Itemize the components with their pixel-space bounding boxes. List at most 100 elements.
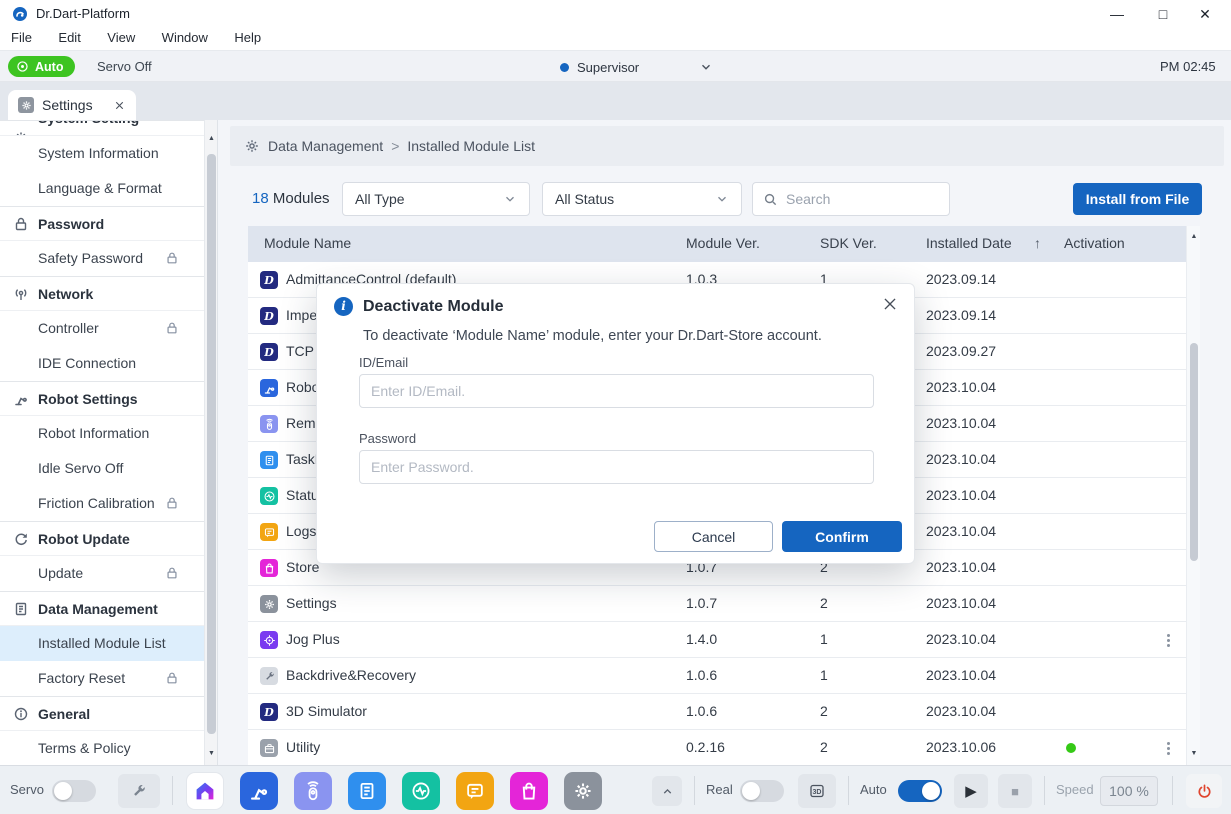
table-scroll-thumb[interactable] [1190, 343, 1198, 561]
id-email-label: ID/Email [359, 355, 408, 370]
column-module-name[interactable]: Module Name [264, 235, 351, 251]
status-toolbar: Auto Servo Off Supervisor 52D4AF6B Tool … [0, 50, 1231, 82]
sidebar-item-robot-information[interactable]: Robot Information [0, 416, 205, 451]
remote-app-icon[interactable] [294, 772, 332, 810]
stop-icon: ■ [1011, 784, 1019, 799]
cancel-button[interactable]: Cancel [654, 521, 773, 552]
sidebar-scroll-thumb[interactable] [207, 154, 216, 734]
servo-status-text: Servo Off [97, 59, 152, 74]
power-icon [1196, 783, 1213, 800]
install-from-file-button[interactable]: Install from File [1073, 183, 1202, 215]
menu-help[interactable]: Help [223, 28, 272, 47]
status-filter-dropdown[interactable]: All Status [542, 182, 742, 216]
table-row[interactable]: Backdrive&Recovery1.0.612023.10.04 [248, 658, 1186, 694]
column-module-ver[interactable]: Module Ver. [686, 235, 760, 251]
speed-label: Speed [1056, 782, 1094, 797]
stop-button[interactable]: ■ [998, 774, 1032, 808]
home-app-icon[interactable] [186, 772, 224, 810]
task-app-icon[interactable] [348, 772, 386, 810]
table-row[interactable]: Jog Plus1.4.012023.10.04 [248, 622, 1186, 658]
panel-collapse-button[interactable] [652, 776, 682, 806]
table-row[interactable]: Settings1.0.722023.10.04 [248, 586, 1186, 622]
status-module-icon [260, 487, 278, 505]
sidebar-item-installed-module-list[interactable]: Installed Module List [0, 626, 205, 661]
jog-module-icon [260, 631, 278, 649]
menu-view[interactable]: View [96, 28, 146, 47]
play-button[interactable]: ▶ [954, 774, 988, 808]
user-role-dropdown[interactable]: Supervisor [560, 56, 713, 78]
sidebar-item-update[interactable]: Update [0, 556, 205, 591]
real-toggle[interactable] [740, 780, 784, 802]
mode-badge[interactable]: Auto [8, 56, 75, 77]
sidebar-item-system-setting[interactable]: System Setting [0, 120, 205, 136]
tab-close-icon[interactable] [113, 99, 126, 112]
sidebar-item-idle-servo-off[interactable]: Idle Servo Off [0, 451, 205, 486]
scroll-up-icon[interactable]: ▲ [1187, 230, 1201, 244]
speed-value[interactable]: 100 % [1100, 776, 1158, 806]
close-window-button[interactable]: ✕ [1191, 4, 1219, 24]
status-app-icon[interactable] [402, 772, 440, 810]
scroll-up-icon[interactable]: ▲ [205, 132, 218, 146]
sidebar-item-friction-calibration[interactable]: Friction Calibration [0, 486, 205, 521]
lock-icon [165, 671, 179, 685]
maximize-button[interactable]: □ [1149, 4, 1177, 24]
dialog-close-icon[interactable] [881, 295, 899, 313]
sidebar-item-ide-connection[interactable]: IDE Connection [0, 346, 205, 381]
sidebar-item-terms-policy[interactable]: Terms & Policy [0, 731, 205, 765]
sidebar-item-controller[interactable]: Controller [0, 311, 205, 346]
breadcrumb-section[interactable]: Data Management [268, 138, 383, 154]
row-menu-button[interactable] [1160, 739, 1176, 757]
sidebar-item-language-format[interactable]: Language & Format [0, 171, 205, 206]
sidebar-item-general[interactable]: General [0, 696, 205, 731]
minimize-button[interactable]: — [1103, 4, 1131, 24]
table-row[interactable]: Utility0.2.1622023.10.06 [248, 730, 1186, 765]
column-activation[interactable]: Activation [1064, 235, 1125, 251]
password-label: Password [359, 431, 416, 446]
password-field[interactable] [359, 450, 874, 484]
lock-icon [165, 496, 179, 510]
servo-toggle[interactable] [52, 780, 96, 802]
wrench-button[interactable] [118, 774, 160, 808]
column-installed-date[interactable]: Installed Date [926, 235, 1012, 251]
sidebar-item-safety-password[interactable]: Safety Password [0, 241, 205, 276]
menu-window[interactable]: Window [151, 28, 219, 47]
store-app-icon[interactable] [510, 772, 548, 810]
lock-icon [165, 321, 179, 335]
scroll-down-icon[interactable]: ▼ [1187, 747, 1201, 761]
taskbar-divider [1172, 776, 1173, 805]
sidebar-item-factory-reset[interactable]: Factory Reset [0, 661, 205, 696]
menu-edit[interactable]: Edit [47, 28, 91, 47]
sidebar-item-data-management[interactable]: Data Management [0, 591, 205, 626]
sidebar-item-password[interactable]: Password [0, 206, 205, 241]
real-toggle-label: Real [706, 782, 733, 797]
scroll-down-icon[interactable]: ▼ [205, 747, 218, 761]
robot-app-icon[interactable] [240, 772, 278, 810]
confirm-button[interactable]: Confirm [782, 521, 902, 552]
table-row[interactable]: D3D Simulator1.0.622023.10.04 [248, 694, 1186, 730]
search-box [752, 182, 950, 216]
chevron-down-icon [715, 192, 729, 206]
role-status-dot [560, 63, 569, 72]
sort-ascending-icon[interactable]: ↑ [1034, 235, 1041, 251]
robot-icon [13, 391, 29, 407]
row-menu-button[interactable] [1160, 631, 1176, 649]
sidebar-item-network[interactable]: Network [0, 276, 205, 311]
id-email-field[interactable] [359, 374, 874, 408]
table-scrollbar[interactable]: ▲ ▼ [1186, 226, 1200, 765]
sidebar-item-robot-settings[interactable]: Robot Settings [0, 381, 205, 416]
store-module-icon [260, 559, 278, 577]
settings-app-icon[interactable] [564, 772, 602, 810]
power-button[interactable] [1186, 774, 1222, 808]
sidebar-scrollbar[interactable]: ▲ ▼ [204, 120, 217, 765]
sidebar-item-system-information[interactable]: System Information [0, 136, 205, 171]
search-input[interactable] [786, 191, 967, 207]
sidebar-item-robot-update[interactable]: Robot Update [0, 521, 205, 556]
3d-view-button[interactable]: 3D [798, 774, 836, 808]
logs-app-icon[interactable] [456, 772, 494, 810]
type-filter-dropdown[interactable]: All Type [342, 182, 530, 216]
menu-file[interactable]: File [0, 28, 43, 47]
settings-sidebar: System SettingSystem InformationLanguage… [0, 120, 218, 765]
column-sdk-ver[interactable]: SDK Ver. [820, 235, 877, 251]
auto-toggle[interactable] [898, 780, 942, 802]
tab-settings[interactable]: Settings [8, 90, 136, 120]
